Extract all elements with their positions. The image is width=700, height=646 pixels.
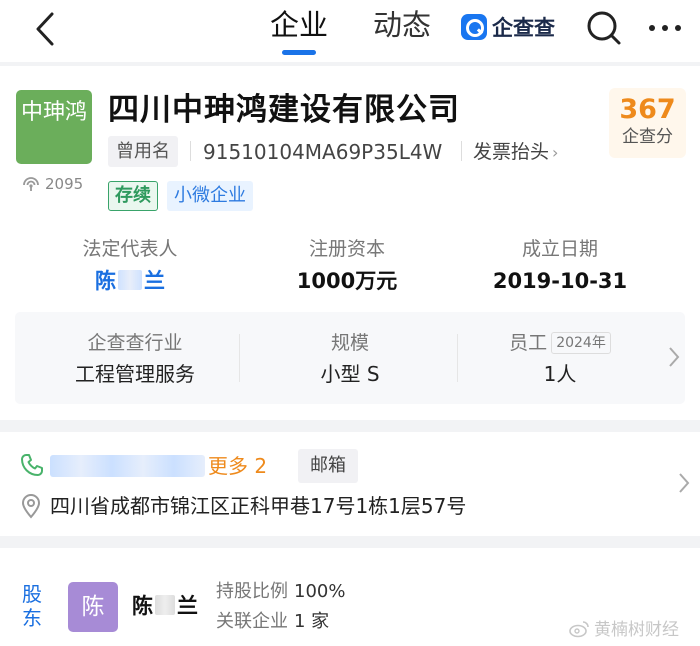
email-button[interactable]: 邮箱: [298, 449, 358, 483]
divider: [457, 334, 458, 382]
tab-company[interactable]: 企业: [270, 7, 328, 43]
linked-companies-label: 关联企业: [216, 611, 288, 632]
staff-year-badge: 2024年: [551, 332, 611, 354]
scale-label: 规模: [330, 332, 369, 354]
registered-capital-value: 1000万元: [296, 269, 398, 293]
legal-representative-name[interactable]: 陈兰: [60, 266, 200, 296]
legal-representative[interactable]: 法定代表人 陈兰: [60, 236, 200, 296]
name-first-char: 陈: [95, 269, 116, 293]
staff-column: 员工 2024年 1人: [485, 330, 635, 388]
chevron-right-icon: ›: [552, 143, 559, 162]
credit-code[interactable]: 91510104MA69P35L4W: [203, 137, 442, 167]
industry-label: 企查查行业: [87, 332, 183, 354]
qichacha-score-button[interactable]: 367 企查分: [609, 88, 686, 158]
qichacha-brand-button[interactable]: 企查查: [461, 12, 555, 42]
founding-date-label: 成立日期: [521, 238, 598, 260]
industry-column: 企查查行业 工程管理服务: [55, 330, 215, 388]
industry-info-strip[interactable]: 企查查行业 工程管理服务 规模 小型 S 员工 2024年 1人: [15, 312, 685, 404]
industry-value: 工程管理服务: [75, 362, 195, 386]
former-name-button[interactable]: 曾用名: [108, 136, 178, 167]
company-address[interactable]: 四川省成都市锦江区正科甲巷17号1栋1层57号: [50, 491, 466, 521]
watermark: 黄楠树财经: [568, 618, 679, 642]
staff-value: 1人: [543, 362, 577, 386]
invoice-header-link[interactable]: 发票抬头 ›: [473, 137, 558, 168]
phone-icon[interactable]: [20, 453, 44, 477]
name-last-char: 兰: [177, 594, 198, 618]
registered-capital-label: 注册资本: [308, 238, 385, 260]
back-arrow-icon[interactable]: [30, 10, 60, 48]
divider: [461, 141, 462, 161]
shareholding-ratio: 持股比例 100%: [216, 580, 345, 604]
size-badge[interactable]: 小微企业: [167, 181, 253, 211]
views-icon: [23, 177, 39, 191]
qichacha-logo-icon: [461, 14, 487, 40]
chevron-right-icon[interactable]: [678, 472, 690, 494]
location-pin-icon: [21, 494, 41, 519]
staff-label: 员工: [509, 332, 548, 354]
divider: [239, 334, 240, 382]
scale-column: 规模 小型 S: [295, 330, 405, 388]
redacted-phone-number[interactable]: [50, 455, 205, 477]
redacted-mask: [118, 270, 142, 290]
shareholder-avatar[interactable]: 陈: [68, 582, 118, 632]
more-phones-link[interactable]: 更多 2: [208, 451, 267, 481]
founding-date-value: 2019-10-31: [492, 269, 628, 293]
shareholder-name[interactable]: 陈兰: [132, 592, 198, 620]
more-options-icon[interactable]: [648, 24, 682, 32]
view-count-value: 2095: [45, 175, 84, 193]
shareholder-section-label: 股东: [22, 582, 42, 630]
company-name: 四川中珅鸿建设有限公司: [108, 92, 460, 128]
linked-companies-value: 1 家: [294, 611, 330, 632]
scale-value: 小型 S: [320, 362, 380, 386]
active-tab-indicator: [282, 50, 316, 55]
registered-capital: 注册资本 1000万元: [275, 236, 419, 296]
weibo-icon: [569, 621, 589, 638]
score-value: 367: [619, 94, 676, 125]
view-count: 2095: [22, 175, 83, 193]
founding-date: 成立日期 2019-10-31: [490, 236, 630, 296]
top-navigation-bar: 企业 动态 企查查: [0, 0, 700, 62]
legal-representative-label: 法定代表人: [82, 238, 178, 260]
score-label: 企查分: [622, 127, 673, 147]
linked-companies[interactable]: 关联企业 1 家: [216, 610, 329, 634]
invoice-header-label: 发票抬头: [473, 141, 550, 163]
staff-label-row: 员工 2024年: [485, 330, 635, 356]
shareholding-ratio-value: 100%: [294, 581, 346, 602]
chevron-right-icon: [669, 347, 680, 367]
tab-news[interactable]: 动态: [373, 7, 431, 43]
name-first-char: 陈: [132, 594, 153, 618]
status-badge: 存续: [108, 181, 158, 211]
shareholding-ratio-label: 持股比例: [216, 581, 288, 602]
brand-name: 企查查: [492, 16, 555, 40]
redacted-mask: [155, 595, 175, 615]
search-icon[interactable]: [586, 10, 622, 46]
watermark-text: 黄楠树财经: [594, 620, 679, 640]
company-logo: 中珅鸿: [16, 90, 92, 164]
divider: [190, 141, 191, 161]
name-last-char: 兰: [144, 269, 165, 293]
